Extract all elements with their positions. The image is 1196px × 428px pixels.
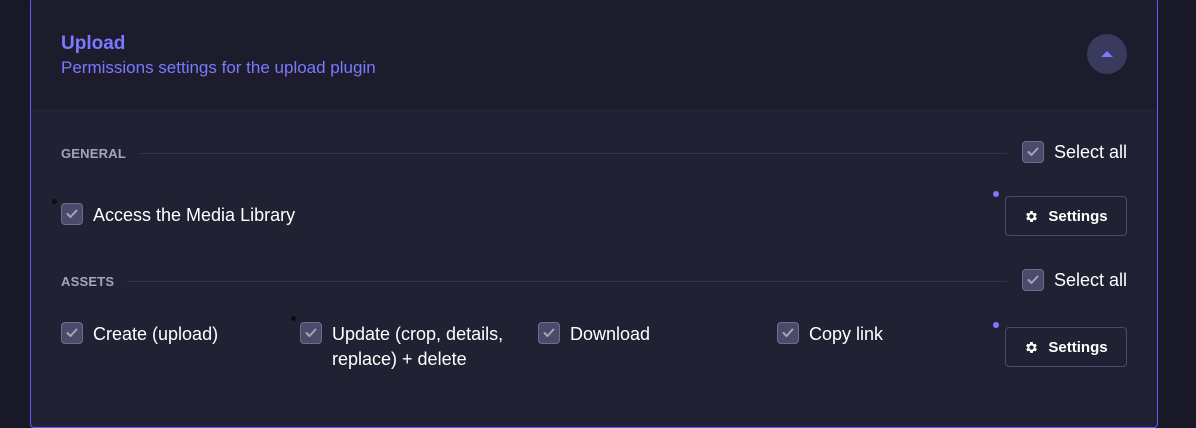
update-delete-checkbox[interactable]	[300, 322, 322, 344]
panel-title: Upload	[61, 33, 126, 54]
collapse-button[interactable]	[1087, 34, 1127, 74]
assets-select-all-label: Select all	[1053, 269, 1127, 290]
assets-select-all[interactable]: Select all	[1021, 269, 1127, 291]
create-upload-label: Create (upload)	[93, 324, 219, 344]
general-settings-dot	[993, 191, 999, 197]
download-label: Download	[570, 324, 651, 344]
assets-settings-label: Settings	[1048, 338, 1108, 356]
download-checkbox[interactable]	[538, 322, 560, 344]
access-media-library-checkbox[interactable]	[61, 203, 83, 225]
check-icon	[66, 209, 78, 218]
check-icon	[543, 328, 555, 337]
assets-section-header: ASSETS Select all	[61, 269, 1127, 293]
general-select-all-label: Select all	[1053, 141, 1127, 162]
permission-update-delete[interactable]: Update (crop, details, replace) + delete	[300, 322, 512, 372]
permission-copy-link[interactable]: Copy link	[777, 322, 989, 347]
assets-settings-button[interactable]: Settings	[1005, 327, 1127, 367]
check-icon	[1027, 275, 1039, 284]
check-icon	[305, 328, 317, 337]
permission-access-media-library[interactable]: Access the Media Library	[61, 203, 393, 228]
general-settings-label: Settings	[1048, 207, 1108, 225]
assets-section-label: ASSETS	[61, 274, 115, 289]
check-icon	[66, 328, 78, 337]
panel-header[interactable]: Upload Permissions settings for the uplo…	[31, 0, 1157, 109]
general-section-header: GENERAL Select all	[61, 141, 1127, 165]
general-select-all-checkbox[interactable]	[1021, 141, 1044, 163]
update-delete-label: Update (crop, details, replace) + delete	[332, 324, 504, 369]
copy-link-label: Copy link	[809, 324, 884, 344]
general-divider	[139, 153, 1007, 154]
general-settings-button[interactable]: Settings	[1005, 196, 1127, 236]
copy-link-checkbox[interactable]	[777, 322, 799, 344]
check-icon	[1027, 147, 1039, 156]
general-indicator-dot	[52, 199, 57, 204]
gear-icon	[1026, 341, 1038, 353]
permission-download[interactable]: Download	[538, 322, 750, 347]
panel-subtitle: Permissions settings for the upload plug…	[61, 58, 376, 77]
gear-icon	[1026, 210, 1038, 222]
chevron-up-icon	[1101, 51, 1113, 57]
assets-settings-dot	[993, 322, 999, 328]
permission-create-upload[interactable]: Create (upload)	[61, 322, 273, 347]
upload-permissions-panel: Upload Permissions settings for the uplo…	[30, 0, 1158, 428]
create-upload-checkbox[interactable]	[61, 322, 83, 344]
general-select-all[interactable]: Select all	[1021, 141, 1127, 163]
general-section-label: GENERAL	[61, 146, 126, 161]
update-indicator-dot	[291, 316, 296, 321]
assets-select-all-checkbox[interactable]	[1021, 269, 1044, 291]
access-media-library-label: Access the Media Library	[93, 205, 296, 225]
check-icon	[782, 328, 794, 337]
assets-divider	[127, 281, 1007, 282]
